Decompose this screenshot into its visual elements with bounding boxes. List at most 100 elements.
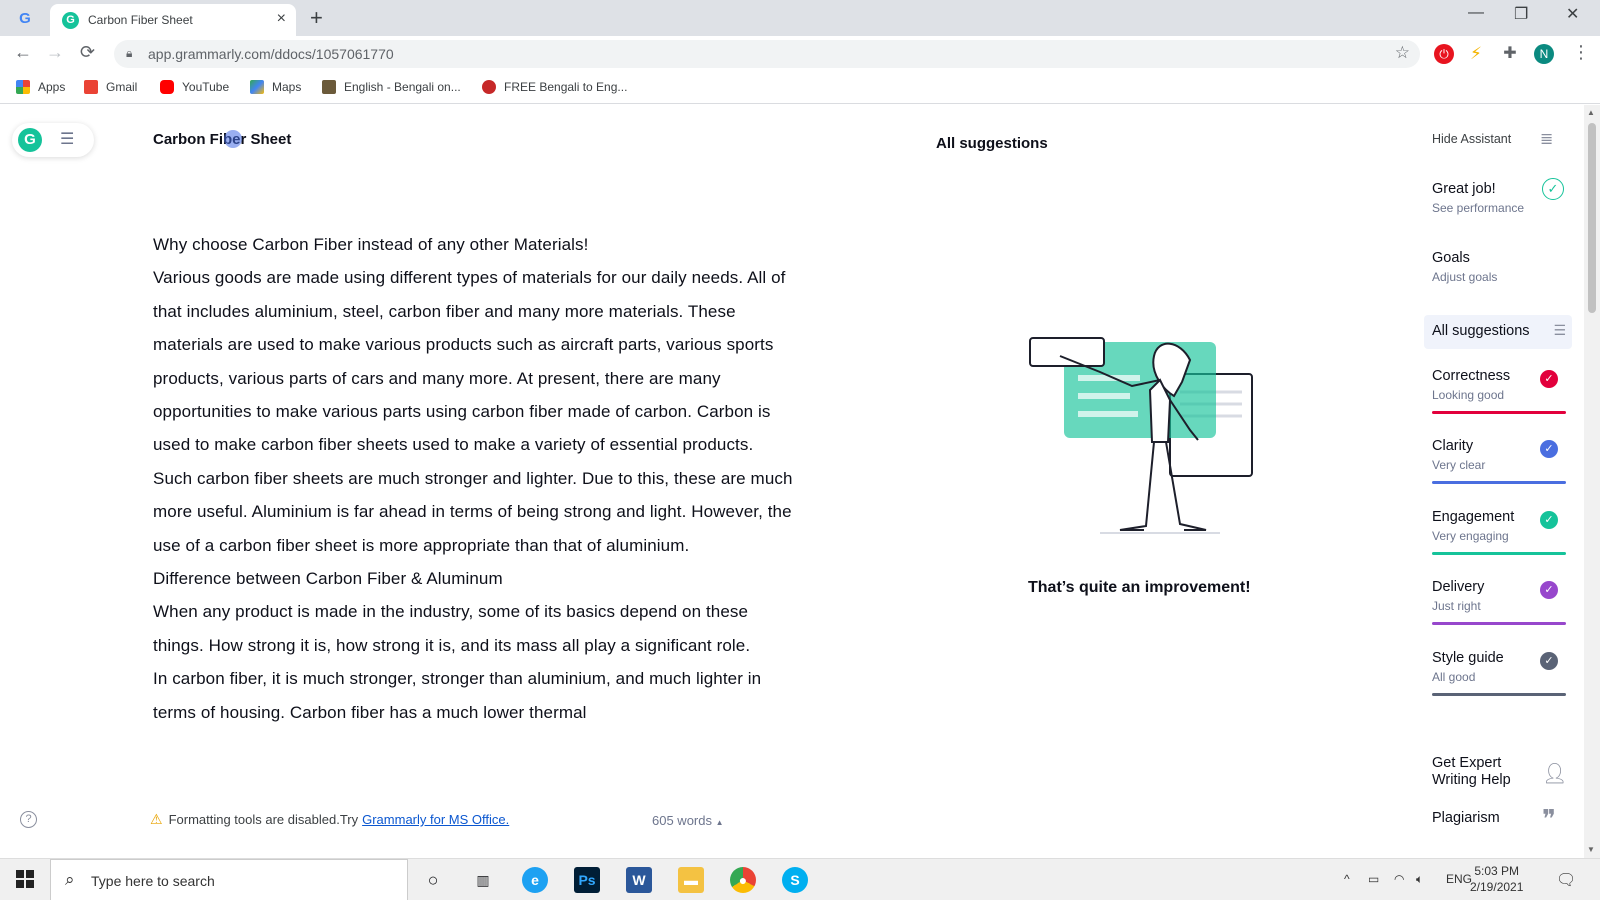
search-placeholder: Type here to search	[91, 873, 215, 889]
new-tab-button[interactable]: +	[310, 5, 323, 31]
warning-text: Formatting tools are disabled.Try	[168, 812, 359, 827]
language-indicator[interactable]: ENG	[1446, 872, 1472, 886]
restore-icon[interactable]: ❐	[1514, 4, 1528, 24]
wifi-icon[interactable]: ◠	[1394, 872, 1404, 886]
page-scrollbar[interactable]: ▲ ▼	[1584, 105, 1600, 858]
scroll-up-arrow-icon[interactable]: ▲	[1587, 108, 1595, 117]
goals-item[interactable]: Goals Adjust goals	[1432, 250, 1497, 284]
battery-icon[interactable]: ▭	[1368, 872, 1379, 886]
task-view-icon[interactable]: ▥	[470, 867, 496, 893]
google-tab-icon[interactable]: G	[14, 8, 36, 30]
browser-tab-strip: G G Carbon Fiber Sheet × + — ❐ ✕	[0, 0, 1600, 36]
translator-icon	[482, 80, 496, 94]
gmail-icon	[84, 80, 98, 94]
category-clarity[interactable]: Clarity Very clear ✓	[1432, 438, 1566, 484]
word-icon[interactable]: W	[626, 867, 652, 893]
search-icon: ⌕	[65, 870, 75, 889]
improvement-message: That’s quite an improvement!	[1028, 579, 1251, 596]
browser-tab[interactable]: G Carbon Fiber Sheet ×	[50, 4, 296, 36]
adblock-extension-icon[interactable]: ⏻	[1434, 44, 1454, 64]
caret-up-icon: ▲	[715, 818, 724, 827]
grammarly-editor-app: G ☰ Carbon Fiber Sheet Why choose Carbon…	[0, 105, 1600, 858]
category-delivery[interactable]: Delivery Just right ✓	[1432, 579, 1566, 625]
bookmark-maps[interactable]: Maps	[250, 80, 301, 94]
profile-avatar[interactable]: N	[1534, 44, 1554, 64]
correctness-bar	[1432, 411, 1566, 414]
notification-center-icon[interactable]: 🗨︎	[1556, 870, 1576, 890]
expert-person-icon[interactable]: 👤︎	[1542, 761, 1567, 786]
engagement-check-icon: ✓	[1540, 511, 1558, 529]
bookmarks-bar: Apps Gmail YouTube Maps English - Bengal…	[0, 72, 1600, 104]
style-guide-check-icon: ✓	[1540, 652, 1558, 670]
engagement-bar	[1432, 552, 1566, 555]
paragraph[interactable]: In carbon fiber, it is much stronger, st…	[153, 662, 793, 729]
volume-icon[interactable]: 🔈︎	[1416, 872, 1423, 887]
quote-marks-icon[interactable]: ❞	[1542, 805, 1556, 835]
bookmark-star-icon[interactable]: ☆	[1395, 43, 1410, 63]
suggestions-header: All suggestions	[936, 135, 1048, 152]
minimize-icon[interactable]: —	[1468, 4, 1484, 22]
bookmark-english-bengali[interactable]: English - Bengali on...	[322, 80, 461, 94]
tab-close-icon[interactable]: ×	[277, 10, 286, 28]
browser-toolbar: ← → ⟳ 🔒︎ app.grammarly.com/ddocs/1057061…	[0, 36, 1600, 72]
chrome-menu-icon[interactable]: ⋮	[1572, 42, 1590, 63]
windows-taskbar: ⌕ Type here to search ○ ▥ e Ps W ▬ ● S ^…	[0, 858, 1600, 900]
ms-office-link[interactable]: Grammarly for MS Office.	[362, 812, 509, 827]
delivery-check-icon: ✓	[1540, 581, 1558, 599]
grammarly-favicon-icon: G	[62, 12, 79, 29]
tray-chevron-icon[interactable]: ^	[1344, 872, 1350, 886]
filter-sliders-icon[interactable]: ☰	[1553, 322, 1566, 339]
scroll-thumb[interactable]	[1588, 123, 1596, 313]
paragraph[interactable]: Why choose Carbon Fiber instead of any o…	[153, 228, 793, 261]
category-style-guide[interactable]: Style guide All good ✓	[1432, 650, 1566, 696]
bookmark-youtube[interactable]: YouTube	[160, 80, 229, 94]
bookmark-apps[interactable]: Apps	[16, 80, 65, 94]
lock-icon: 🔒︎	[126, 46, 133, 60]
help-icon[interactable]: ?	[20, 811, 37, 828]
cursor-highlight	[224, 130, 242, 148]
scroll-down-arrow-icon[interactable]: ▼	[1587, 845, 1595, 854]
taskbar-search-box[interactable]: ⌕ Type here to search	[50, 859, 408, 900]
back-icon[interactable]: ←	[14, 42, 32, 63]
chrome-icon[interactable]: ●	[730, 867, 756, 893]
edge-icon[interactable]: e	[522, 867, 548, 893]
lightning-extension-icon[interactable]: ⚡	[1466, 44, 1486, 64]
category-engagement[interactable]: Engagement Very engaging ✓	[1432, 509, 1566, 555]
grammarly-menu-button[interactable]: G ☰	[12, 123, 94, 157]
apps-grid-icon	[16, 80, 30, 94]
url-text: app.grammarly.com/ddocs/1057061770	[148, 46, 394, 62]
address-bar[interactable]: 🔒︎ app.grammarly.com/ddocs/1057061770 ☆	[114, 40, 1420, 68]
skype-icon[interactable]: S	[782, 867, 808, 893]
grammarly-logo-icon: G	[18, 128, 42, 152]
hide-assistant-button[interactable]: Hide Assistant	[1432, 132, 1511, 146]
hamburger-menu-icon: ☰	[60, 131, 75, 148]
paragraph[interactable]: Difference between Carbon Fiber & Alumin…	[153, 562, 793, 595]
window-close-icon[interactable]: ✕	[1566, 4, 1579, 24]
plagiarism-button[interactable]: Plagiarism	[1432, 810, 1500, 826]
document-title[interactable]: Carbon Fiber Sheet	[153, 131, 291, 148]
performance-item[interactable]: Great job! See performance	[1432, 181, 1524, 215]
system-clock[interactable]: 5:03 PM 2/19/2021	[1470, 863, 1523, 895]
category-correctness[interactable]: Correctness Looking good ✓	[1432, 368, 1566, 414]
clarity-check-icon: ✓	[1540, 440, 1558, 458]
document-body[interactable]: Why choose Carbon Fiber instead of any o…	[153, 228, 793, 806]
paragraph[interactable]: When any product is made in the industry…	[153, 595, 793, 662]
windows-start-icon[interactable]	[16, 870, 34, 888]
extensions-puzzle-icon[interactable]: ✚	[1500, 44, 1520, 64]
file-explorer-icon[interactable]: ▬	[678, 867, 704, 893]
word-count[interactable]: 605 words ▲	[652, 813, 724, 828]
checkmark-icon: ✓	[1542, 178, 1564, 200]
photoshop-icon[interactable]: Ps	[574, 867, 600, 893]
all-suggestions-filter[interactable]: All suggestions ☰	[1424, 315, 1572, 349]
correctness-check-icon: ✓	[1540, 370, 1558, 388]
bookmark-gmail[interactable]: Gmail	[84, 80, 137, 94]
formatting-warning: ⚠ Formatting tools are disabled.Try Gram…	[150, 811, 509, 828]
bookmark-bengali-to-english[interactable]: FREE Bengali to Eng...	[482, 80, 627, 94]
clarity-bar	[1432, 481, 1566, 484]
cortana-icon[interactable]: ○	[420, 867, 446, 893]
reload-icon[interactable]: ⟳	[80, 42, 95, 63]
sidebar-toggle-icon[interactable]: ≣	[1540, 129, 1553, 149]
expert-help-button[interactable]: Get Expert Writing Help	[1432, 755, 1532, 789]
forward-icon[interactable]: →	[46, 42, 64, 63]
paragraph[interactable]: Various goods are made using different t…	[153, 261, 793, 562]
